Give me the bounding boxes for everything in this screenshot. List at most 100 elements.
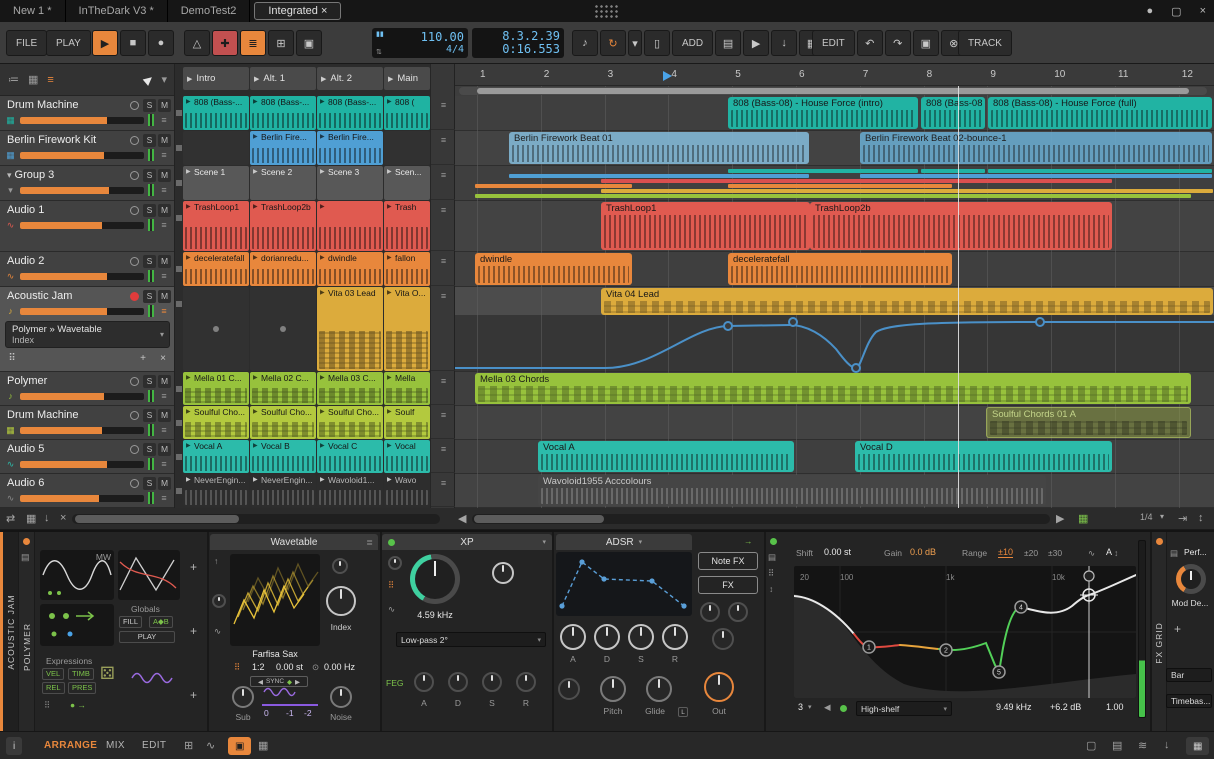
- volume-slider[interactable]: [20, 221, 144, 229]
- fxgrid-add-button[interactable]: +: [1170, 622, 1185, 637]
- overdub-button[interactable]: ⊞: [268, 30, 294, 56]
- track-row[interactable]: Drum Machine S M ▦ ≡: [0, 96, 174, 131]
- track-stop-button[interactable]: [176, 110, 182, 116]
- mute-button[interactable]: M: [158, 409, 171, 422]
- track-name[interactable]: Drum Machine: [7, 99, 119, 111]
- launcher-clip[interactable]: ▶ Berlin Fire...: [317, 131, 383, 165]
- track-row[interactable]: Audio 6 S M ∿ ≡: [0, 474, 174, 508]
- track-row[interactable]: Acoustic Jam S M ♪ ≡ Polymer » Wavetable Index…: [0, 287, 174, 372]
- release-knob[interactable]: [662, 624, 688, 650]
- volume-slider[interactable]: [20, 116, 144, 124]
- track-name[interactable]: Audio 6: [7, 477, 119, 489]
- eq-prev-band-icon[interactable]: ◀: [824, 702, 831, 713]
- io-panel-icon[interactable]: ↓: [1164, 739, 1170, 751]
- noise-knob[interactable]: [330, 686, 352, 708]
- launcher-clip[interactable]: ▶ NeverEngin...: [183, 474, 249, 507]
- titlebar-tab[interactable]: DemoTest2: [168, 0, 251, 22]
- loop-button[interactable]: ↻: [600, 30, 626, 56]
- session-dot-icon[interactable]: ●: [1147, 5, 1154, 17]
- arranger-clip[interactable]: Berlin Firework Beat 02-bounce-1: [860, 132, 1212, 164]
- launcher-clip[interactable]: ▶ Wavoloid1...: [317, 474, 383, 507]
- fxgrid-label[interactable]: FX GRID: [1154, 623, 1164, 664]
- mute-button[interactable]: M: [158, 99, 171, 112]
- slide-icon[interactable]: ⠿: [234, 662, 240, 673]
- feg-release-knob[interactable]: [516, 672, 536, 692]
- track-name[interactable]: Audio 2: [7, 255, 119, 267]
- mute-button[interactable]: M: [158, 290, 171, 303]
- track-stop-button[interactable]: [176, 145, 182, 151]
- track-stop-button[interactable]: [176, 454, 182, 460]
- launcher-clip[interactable]: ▶: [317, 201, 383, 251]
- launcher-clip[interactable]: ▶ Vocal C: [317, 440, 383, 473]
- grid-icon[interactable]: ▦: [26, 512, 36, 525]
- wavetable-display-icon[interactable]: ≣: [366, 538, 373, 547]
- close-window-icon[interactable]: ×: [1200, 5, 1206, 17]
- arranger-clip[interactable]: Vocal A: [538, 441, 794, 472]
- automation-point[interactable]: [788, 317, 798, 327]
- lane-menu-icon[interactable]: ≡: [431, 287, 456, 371]
- edit-button[interactable]: EDIT: [812, 30, 855, 56]
- wavetable-display[interactable]: [230, 554, 320, 646]
- launcher-clip[interactable]: ▶ Trash: [384, 201, 430, 251]
- vel-chip[interactable]: VEL: [42, 668, 65, 680]
- arranger-clip[interactable]: 808 (Bass-08) - House Force (intro): [728, 97, 918, 129]
- draw-tool-icon[interactable]: ∿: [206, 739, 215, 752]
- solo-button[interactable]: S: [143, 169, 156, 182]
- eq-band-handle[interactable]: 1: [862, 640, 876, 654]
- fxgrid-macro-knob[interactable]: [1176, 564, 1206, 594]
- solo-button[interactable]: S: [143, 409, 156, 422]
- adsr-display[interactable]: [556, 552, 692, 616]
- close-chooser-button[interactable]: ×: [156, 353, 170, 364]
- tab-arrange[interactable]: ARRANGE: [44, 740, 97, 751]
- launcher-clip[interactable]: ▶ dorianredu...: [250, 252, 316, 286]
- track-menu-icon[interactable]: ≡: [158, 493, 170, 503]
- tap-tempo-icon[interactable]: ⇅: [376, 48, 384, 56]
- punch-in-out-icon[interactable]: ▯: [644, 30, 670, 56]
- keytrack-knob[interactable]: [332, 558, 348, 574]
- timb-chip[interactable]: TIMB: [68, 668, 94, 680]
- resonance-knob[interactable]: [492, 562, 514, 584]
- loop-toggle-icon[interactable]: ⇄: [6, 512, 15, 525]
- arranger-clip[interactable]: Wavoloid1955 Acccolours: [538, 475, 1046, 506]
- solo-button[interactable]: S: [143, 443, 156, 456]
- layout-grid-icon[interactable]: ▦: [28, 73, 38, 86]
- glide-knob[interactable]: [646, 676, 672, 702]
- launcher-clip[interactable]: ▶ Soulful Cho...: [317, 406, 383, 439]
- track-name[interactable]: Audio 5: [7, 443, 119, 455]
- lane-menu-icon[interactable]: ≡: [431, 372, 456, 405]
- automation-point[interactable]: [1035, 317, 1045, 327]
- eq-grid-icon[interactable]: ⠿: [768, 568, 774, 579]
- lane-menu-icon[interactable]: ≡: [431, 474, 456, 507]
- record-arm-button[interactable]: [130, 411, 139, 420]
- titlebar-tab[interactable]: Integrated ×: [254, 2, 342, 20]
- launcher-scrollbar[interactable]: [72, 514, 440, 524]
- launcher-clip[interactable]: ▶ Wavo: [384, 474, 430, 507]
- record-button[interactable]: ●: [148, 30, 174, 56]
- tab-mix[interactable]: MIX: [106, 740, 125, 751]
- arranger-record-button[interactable]: ▣: [296, 30, 322, 56]
- fx-slot[interactable]: FX: [698, 576, 758, 594]
- launcher-clip[interactable]: ▶ Vocal B: [250, 440, 316, 473]
- scene-launch-cell[interactable]: ▶ Scene 3: [317, 166, 383, 200]
- wavetable-small-knob[interactable]: [212, 594, 226, 608]
- auto-gain-arrows-icon[interactable]: ↕: [1114, 548, 1118, 558]
- position-display[interactable]: 8.3.2.39 0:16.553: [472, 28, 564, 58]
- scene-header[interactable]: ▶ Intro: [183, 67, 249, 90]
- eq-band-chevron-icon[interactable]: ▾: [808, 703, 812, 711]
- volume-slider[interactable]: [20, 186, 144, 194]
- track-stop-button[interactable]: [176, 301, 182, 307]
- xp-header[interactable]: XP ▾: [382, 534, 552, 550]
- volume-slider[interactable]: [20, 151, 144, 159]
- fxgrid-power-button[interactable]: [1156, 538, 1163, 545]
- filter-type-dropdown[interactable]: Low-pass 2° ▾: [396, 632, 546, 647]
- lane-menu-icon[interactable]: ≡: [431, 166, 456, 200]
- grid-resolution-chevron-icon[interactable]: ▾: [1160, 512, 1164, 521]
- redo-button[interactable]: ↷: [884, 30, 911, 56]
- eq-power-button[interactable]: [770, 538, 777, 545]
- zoom-vertical-icon[interactable]: ↕: [1198, 512, 1204, 524]
- launcher-clip[interactable]: ▶ Mella 03 C...: [317, 372, 383, 405]
- eq-band-handle[interactable]: [1080, 586, 1098, 604]
- volume-slider[interactable]: [20, 272, 144, 280]
- metronome-button[interactable]: △: [184, 30, 210, 56]
- record-arm-button[interactable]: [130, 136, 139, 145]
